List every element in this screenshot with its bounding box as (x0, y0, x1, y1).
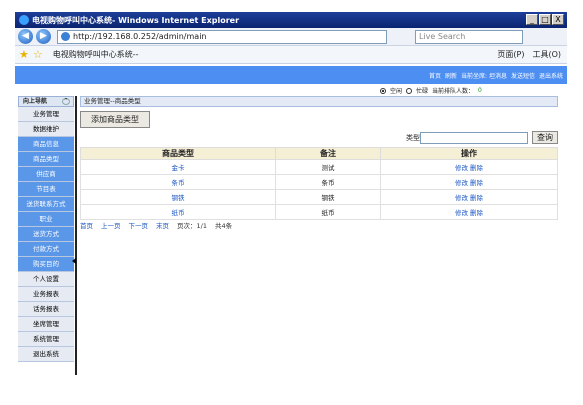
collapse-arrow-icon[interactable] (72, 258, 76, 264)
pager-first[interactable]: 首页 (80, 220, 93, 230)
note-cell: 钢铁 (275, 189, 381, 205)
sidebar-item[interactable]: 职业 (18, 212, 74, 227)
table-row: 钢铁 钢铁 修改 删除 (80, 189, 558, 205)
sidebar-item[interactable]: 坐席管理 (18, 317, 74, 332)
ie-logo-icon (19, 15, 29, 25)
maximize-button[interactable]: □ (539, 14, 551, 25)
top-nav: 首页 刷新 当前坐席: 坦消息 发送短信 退出系统 (429, 71, 563, 80)
type-cell[interactable]: 纸币 (80, 204, 276, 220)
sidebar-item[interactable]: 商品类型 (18, 152, 74, 167)
filter-label: 类型 (406, 133, 420, 142)
edit-link[interactable]: 修改 (455, 164, 468, 172)
splitter[interactable] (75, 96, 77, 375)
table-row: 条币 条币 修改 删除 (80, 174, 558, 190)
add-type-button[interactable]: 添加商品类型 (80, 111, 150, 128)
collapse-icon[interactable]: ^ (62, 98, 70, 105)
col-header-note: 备注 (275, 147, 381, 160)
url-field[interactable]: http://192.168.0.252/admin/main (57, 29, 387, 44)
pager-total: 共4条 (214, 222, 233, 230)
favorites-star-icon[interactable]: ★ (19, 48, 29, 61)
sidebar-item[interactable]: 供应商 (18, 167, 74, 182)
search-input[interactable]: Live Search (415, 29, 523, 44)
sidebar: 向上导航 ^ 业务管理 数据维护 商品信息 商品类型 供应商 节目表 送货联系方式 职业 送货方… (18, 96, 74, 375)
edit-link[interactable]: 修改 (455, 209, 468, 217)
pager: 首页 上一页 下一页 末页 页次：1/1 共4条 (80, 220, 232, 230)
sidebar-item[interactable]: 购买目的 (18, 257, 74, 272)
note-cell: 测试 (275, 159, 381, 175)
pager-prev[interactable]: 上一页 (101, 220, 121, 230)
sidebar-item[interactable]: 退出系统 (18, 347, 74, 362)
filter-row: 类型 查询 (406, 131, 558, 144)
breadcrumb: 业务管理--商品类型 (80, 96, 558, 107)
pager-last[interactable]: 末页 (156, 220, 169, 230)
app-banner: 首页 刷新 当前坐席: 坦消息 发送短信 退出系统 (15, 66, 567, 84)
address-bar: ◀ ▶ http://192.168.0.252/admin/main Live… (15, 28, 567, 46)
sidebar-item[interactable]: 个人设置 (18, 272, 74, 287)
label-idle: 空闲 (390, 88, 403, 95)
sidebar-header: 向上导航 ^ (18, 96, 74, 107)
tools-menu[interactable]: 工具(O) (532, 49, 561, 60)
queue-label: 当前排队人数： (432, 88, 475, 95)
topnav-link[interactable]: 首页 (429, 71, 441, 80)
page-menu[interactable]: 页面(P) (497, 49, 524, 60)
type-cell[interactable]: 金卡 (80, 159, 276, 175)
sidebar-item[interactable]: 话务报表 (18, 302, 74, 317)
status-row: 空闲 忙碌 当前排队人数： 0 (380, 86, 482, 95)
topnav-link[interactable]: 退出系统 (539, 71, 563, 80)
edit-link[interactable]: 修改 (455, 179, 468, 187)
sidebar-item[interactable]: 付款方式 (18, 242, 74, 257)
window-titlebar: 电视购物呼叫中心系统- Windows Internet Explorer _ … (15, 12, 567, 28)
sidebar-item[interactable]: 系统管理 (18, 332, 74, 347)
page-icon (61, 32, 70, 41)
edit-link[interactable]: 修改 (455, 194, 468, 202)
table-row: 纸币 纸币 修改 删除 (80, 204, 558, 220)
back-arrow-icon[interactable]: ◀ (18, 29, 33, 44)
type-cell[interactable]: 钢铁 (80, 189, 276, 205)
window-title: 电视购物呼叫中心系统- Windows Internet Explorer (32, 15, 240, 25)
delete-link[interactable]: 删除 (470, 179, 483, 187)
label-busy: 忙碌 (416, 88, 429, 95)
pager-next[interactable]: 下一页 (129, 220, 149, 230)
note-cell: 纸币 (275, 204, 381, 220)
sidebar-item[interactable]: 送货方式 (18, 227, 74, 242)
topnav-link[interactable]: 发送短信 (511, 71, 535, 80)
tab-bar: ★ ☆ 电视购物呼叫中心系统-- 页面(P) 工具(O) (15, 46, 567, 64)
add-favorite-icon[interactable]: ☆ (33, 48, 43, 61)
query-button[interactable]: 查询 (532, 131, 558, 144)
table-row: 金卡 测试 修改 删除 (80, 159, 558, 175)
topnav-link[interactable]: 刷新 (445, 71, 457, 80)
main-panel: 业务管理--商品类型 添加商品类型 类型 查询 商品类型 备注 操作 金卡 测试修… (80, 96, 558, 230)
sidebar-item[interactable]: 商品信息 (18, 137, 74, 152)
radio-idle[interactable] (380, 87, 386, 94)
delete-link[interactable]: 删除 (470, 209, 483, 217)
sidebar-item[interactable]: 节目表 (18, 182, 74, 197)
delete-link[interactable]: 删除 (470, 194, 483, 202)
type-search-input[interactable] (420, 131, 528, 144)
type-table: 商品类型 备注 操作 金卡 测试 修改 删除 条币 条币 修改 删除 钢铁 钢铁 修改 删除 纸币… (80, 147, 558, 220)
topnav-link[interactable]: 当前坐席: 坦消息 (461, 71, 507, 80)
tab-current[interactable]: 电视购物呼叫中心系统-- (53, 49, 139, 60)
col-header-action: 操作 (380, 147, 558, 160)
forward-arrow-icon[interactable]: ▶ (36, 29, 51, 44)
radio-busy[interactable] (406, 87, 413, 94)
delete-link[interactable]: 删除 (470, 164, 483, 172)
url-text: http://192.168.0.252/admin/main (73, 32, 207, 41)
col-header-type: 商品类型 (80, 147, 276, 160)
sidebar-item[interactable]: 数据维护 (18, 122, 74, 137)
close-button[interactable]: X (552, 14, 564, 25)
queue-count: 0 (478, 87, 482, 94)
sidebar-item[interactable]: 业务报表 (18, 287, 74, 302)
minimize-button[interactable]: _ (526, 14, 538, 25)
pager-info: 页次：1/1 (177, 222, 207, 230)
sidebar-item[interactable]: 送货联系方式 (18, 197, 74, 212)
type-cell[interactable]: 条币 (80, 174, 276, 190)
note-cell: 条币 (275, 174, 381, 190)
sidebar-item[interactable]: 业务管理 (18, 107, 74, 122)
